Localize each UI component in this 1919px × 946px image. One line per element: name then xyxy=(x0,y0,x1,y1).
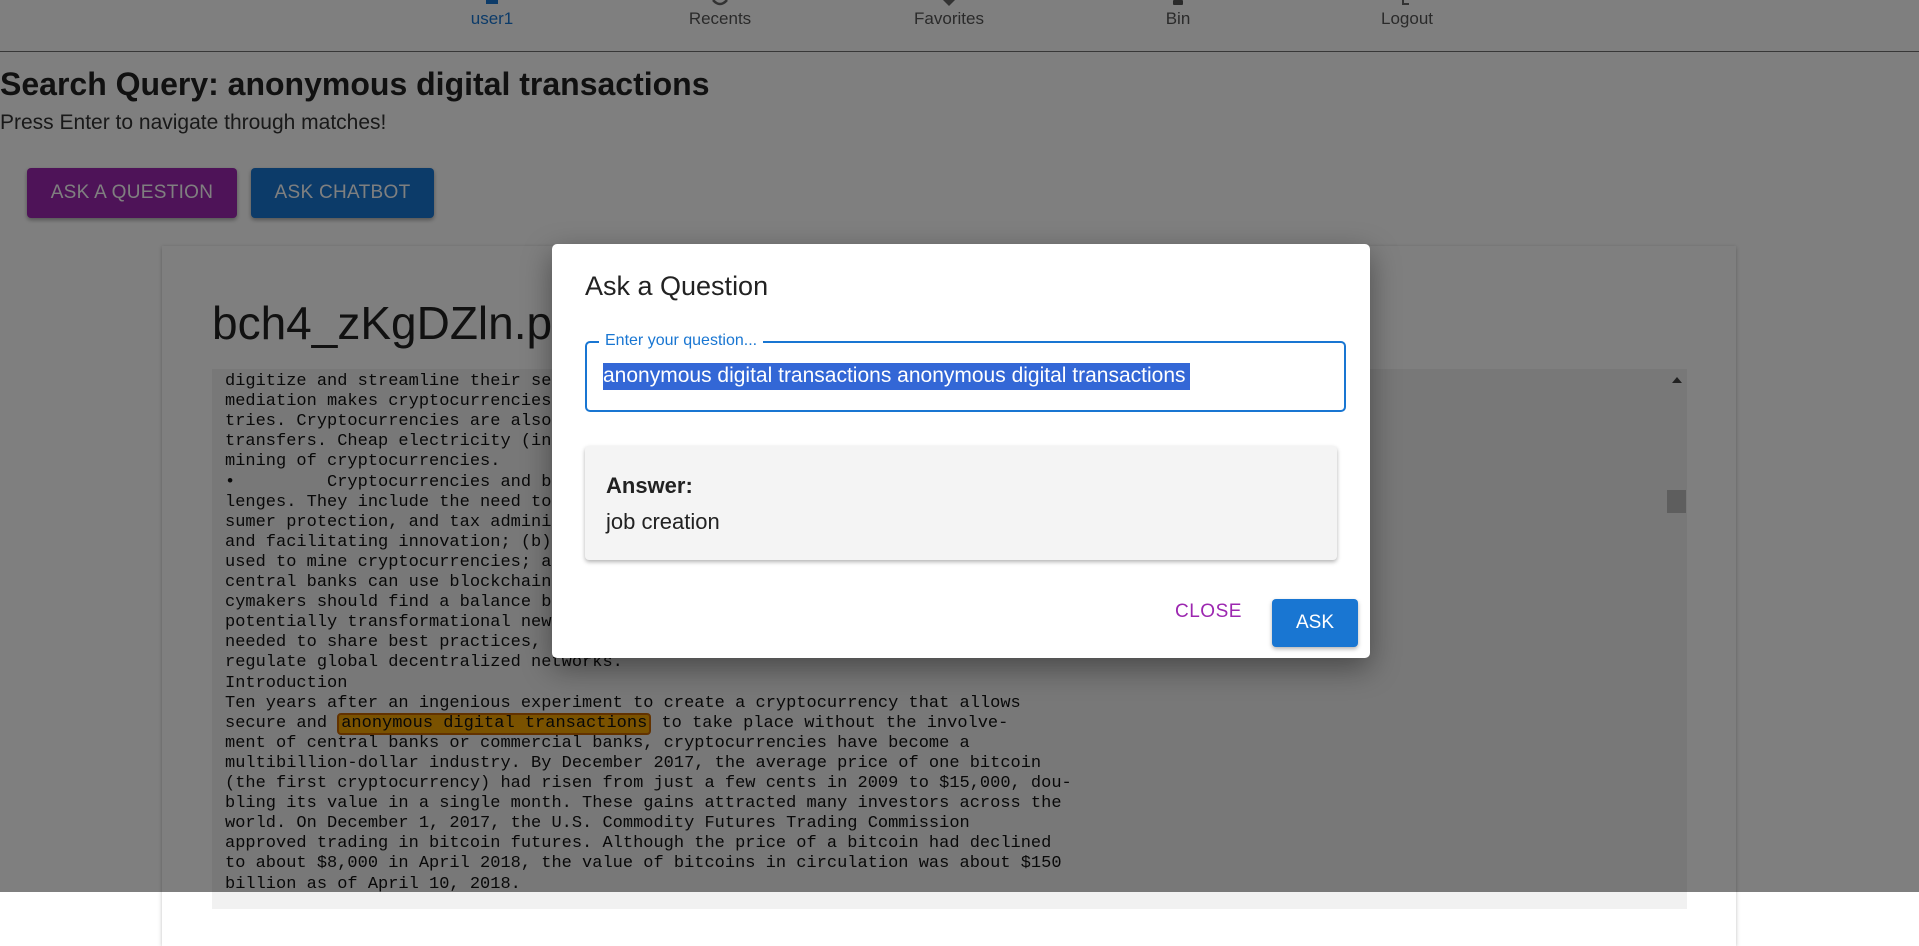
ask-button[interactable]: ASK xyxy=(1272,599,1358,647)
dialog-title: Ask a Question xyxy=(585,271,769,301)
question-field-label: Enter your question... xyxy=(599,332,764,350)
answer-card: Answer: job creation xyxy=(585,446,1337,560)
question-input[interactable]: anonymous digital transactions anonymous… xyxy=(603,363,1190,390)
answer-label: Answer: xyxy=(606,473,693,498)
question-field[interactable]: Enter your question... anonymous digital… xyxy=(585,332,1346,412)
close-button[interactable]: CLOSE xyxy=(1175,601,1242,623)
answer-text: job creation xyxy=(606,509,720,534)
ask-question-dialog: Ask a Question Enter your question... an… xyxy=(552,244,1370,658)
